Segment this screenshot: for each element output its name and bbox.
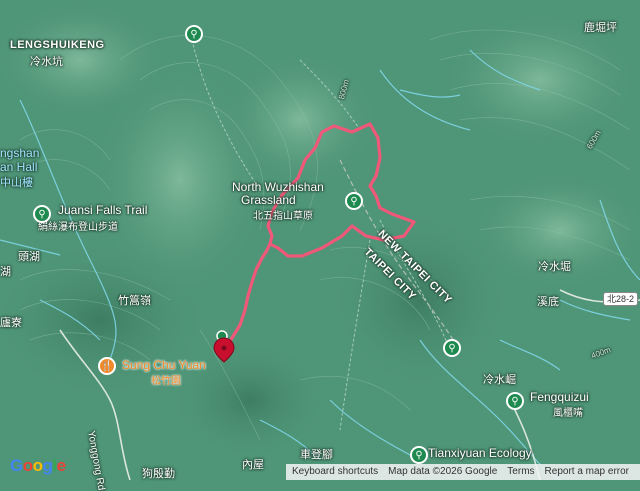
hiker-icon[interactable]: ⚲ (506, 392, 524, 410)
keyboard-shortcuts-link[interactable]: Keyboard shortcuts (292, 464, 378, 480)
grassland-label-en1: North Wuzhishan (232, 180, 324, 194)
place-label-zhuzihu: 竹篙嶺 (118, 295, 151, 307)
place-label-xidi: 溪底 (537, 296, 559, 308)
place-label-touhu: 頭湖 (18, 251, 40, 263)
hiker-icon[interactable]: ⚲ (345, 192, 363, 210)
hiker-icon[interactable]: ⚲ (410, 446, 428, 464)
poi-label-fengquizui-zh: 風櫃嘴 (553, 408, 583, 419)
place-label-lengshuikeng: LENGSHUIKENG (10, 39, 105, 51)
place-label-zhongshanlou: 中山樓 (0, 177, 33, 189)
terms-link[interactable]: Terms (507, 464, 534, 480)
place-label-chedengjiao: 車登腳 (300, 449, 333, 461)
place-label-hall: an Hall (0, 160, 38, 174)
place-label-hu: 湖 (0, 266, 11, 278)
restaurant-icon[interactable]: 🍴 (98, 357, 116, 375)
grassland-label-en2: Grassland (241, 193, 296, 207)
place-label-ngshan: ngshan (0, 146, 40, 160)
place-label-lengshuijue2: 冷水崛 (483, 374, 516, 386)
attribution-bar: Keyboard shortcuts Map data ©2026 Google… (286, 464, 640, 480)
place-label-lengshuikeng-zh: 冷水坑 (30, 56, 63, 68)
hiker-icon[interactable]: ⚲ (443, 339, 461, 357)
poi-label-sung-chu-yuan: Sung Chu Yuan (122, 358, 206, 372)
place-label-liaoliao: 廬寮 (0, 317, 22, 329)
place-label-lengshuijue: 冷水堀 (538, 261, 571, 273)
map-data-text: Map data ©2026 Google (388, 466, 498, 477)
poi-label-sung-chu-yuan-zh: 松竹園 (151, 376, 181, 387)
route-shield: 北28-2 (603, 292, 639, 306)
hiker-icon[interactable]: ⚲ (185, 25, 203, 43)
place-label-lugangping: 鹿堀坪 (584, 22, 617, 34)
place-label-gougouqin: 狗殷勤 (142, 468, 175, 480)
terrain-map[interactable] (0, 0, 640, 480)
google-logo[interactable]: Google (10, 456, 66, 476)
trail-label-juansi-falls: Juansi Falls Trail (58, 203, 148, 217)
hiker-icon[interactable]: ⚲ (33, 205, 51, 223)
trail-label-juansi-falls-zh: 絹絲瀑布登山步道 (38, 222, 118, 233)
poi-label-tianxiyuan: Tianxiyuan Ecology (428, 446, 532, 460)
grassland-label-zh: 北五指山草原 (253, 211, 313, 222)
report-error-link[interactable]: Report a map error (545, 464, 629, 480)
poi-label-fengquizui: Fengquizui (530, 390, 589, 404)
place-label-neiwu: 內屋 (242, 459, 264, 471)
